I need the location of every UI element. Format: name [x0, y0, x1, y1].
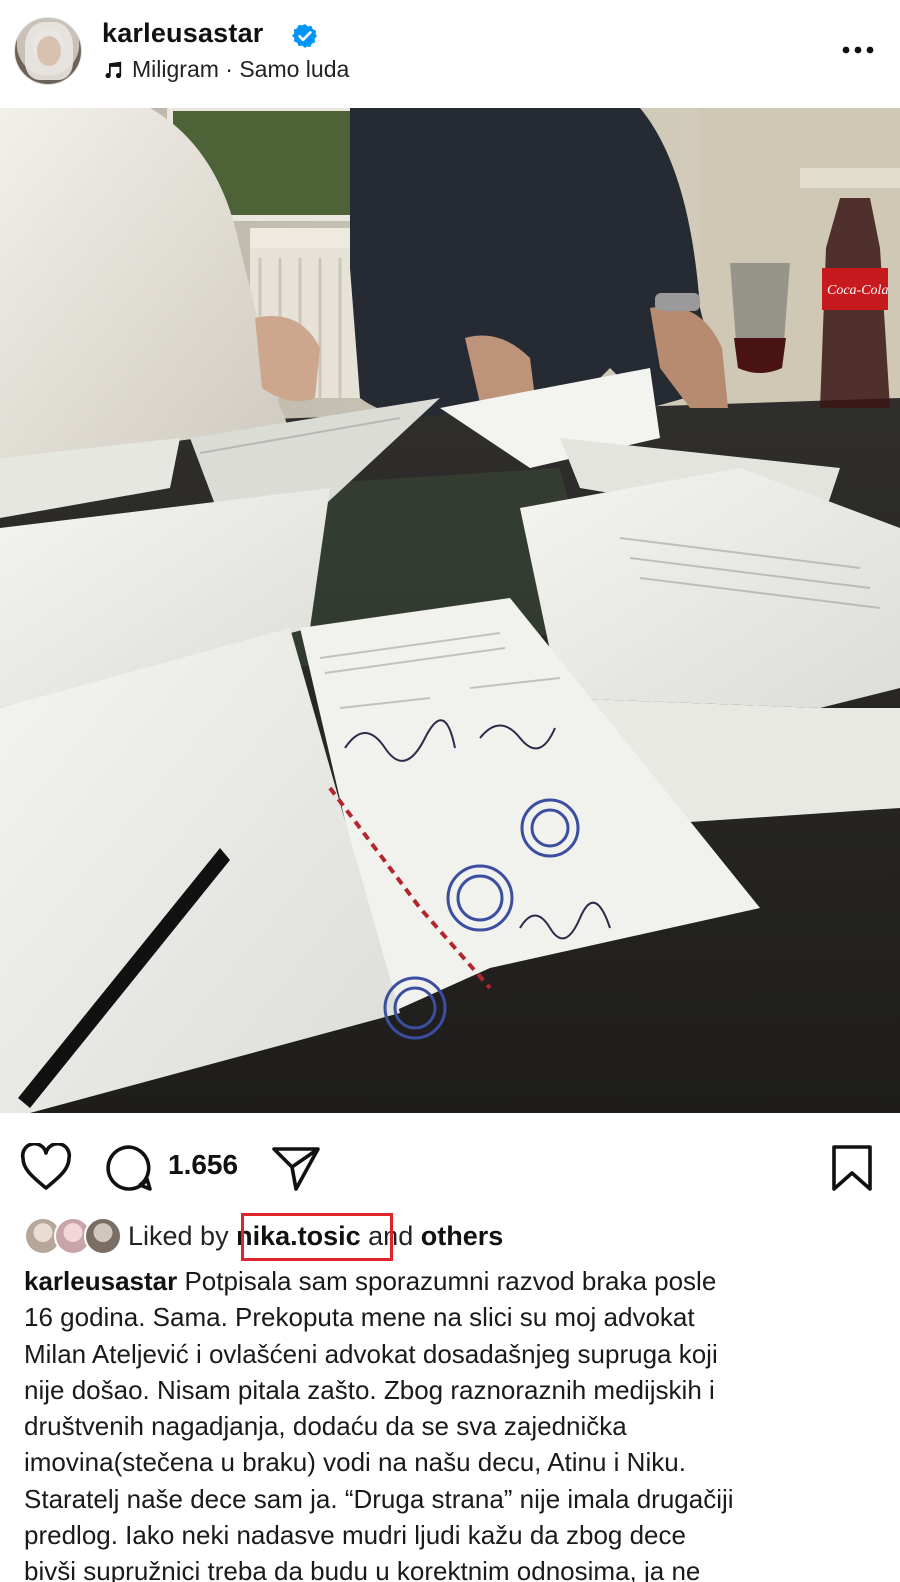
music-attribution[interactable]: Miligram · Samo luda: [102, 56, 349, 83]
highlight-annotation-box: [241, 1213, 393, 1261]
post-photo[interactable]: Coca-Cola: [0, 108, 900, 1113]
paper-plane-icon[interactable]: [270, 1143, 322, 1193]
bookmark-icon[interactable]: [826, 1143, 878, 1193]
comment-count[interactable]: 1.656: [168, 1149, 238, 1181]
profile-avatar[interactable]: [14, 17, 82, 85]
caption-username[interactable]: karleusastar: [24, 1266, 177, 1296]
username[interactable]: karleusastar: [102, 18, 264, 49]
photo-scene: Coca-Cola: [0, 108, 900, 1113]
caption-line: bivši supružnici treba da budu u korektn…: [24, 1556, 701, 1582]
likes-others-link[interactable]: others: [421, 1221, 504, 1251]
caption-line: Staratelj naše dece sam ja. “Druga stran…: [24, 1483, 734, 1514]
verified-badge-icon: [292, 24, 317, 48]
more-options-icon[interactable]: [838, 38, 878, 62]
liked-by-label: Liked by: [128, 1221, 229, 1251]
comment-bubble-icon[interactable]: [104, 1143, 156, 1193]
caption-line: društvenih nagadjanja, dodaću da se sva …: [24, 1411, 627, 1442]
bottle-label: Coca-Cola: [827, 283, 888, 298]
caption-line: 16 godina. Sama. Prekoputa mene na slici…: [24, 1302, 695, 1333]
liker-avatars[interactable]: [24, 1217, 124, 1257]
caption-line: Milan Ateljević i ovlašćeni advokat dosa…: [24, 1338, 718, 1369]
caption-line: karleusastar Potpisala sam sporazumni ra…: [24, 1266, 717, 1296]
caption-line: nije došao. Nisam pitala zašto. Zbog raz…: [24, 1374, 715, 1405]
likes-row: Liked by nika.tosic and others: [0, 1213, 900, 1263]
caption-line: imovina(stečena u braku) vodi na našu de…: [24, 1447, 686, 1478]
post-caption: karleusastar Potpisala sam sporazumni ra…: [24, 1263, 880, 1582]
heart-icon[interactable]: [20, 1143, 72, 1193]
avatar: [84, 1217, 122, 1255]
caption-line: predlog. Iako neki nadasve mudri ljudi k…: [24, 1520, 686, 1551]
music-note-icon: [105, 61, 122, 78]
post-actions: 1.656: [0, 1113, 900, 1213]
music-label: Miligram · Samo luda: [132, 56, 350, 82]
post-header: karleusastar Miligram · Samo luda: [0, 0, 900, 108]
